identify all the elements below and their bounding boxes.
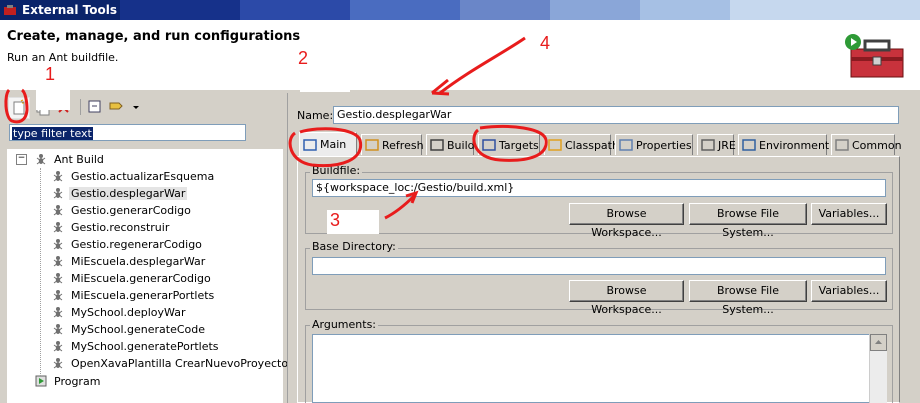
annotation-strokes: [4, 36, 548, 220]
